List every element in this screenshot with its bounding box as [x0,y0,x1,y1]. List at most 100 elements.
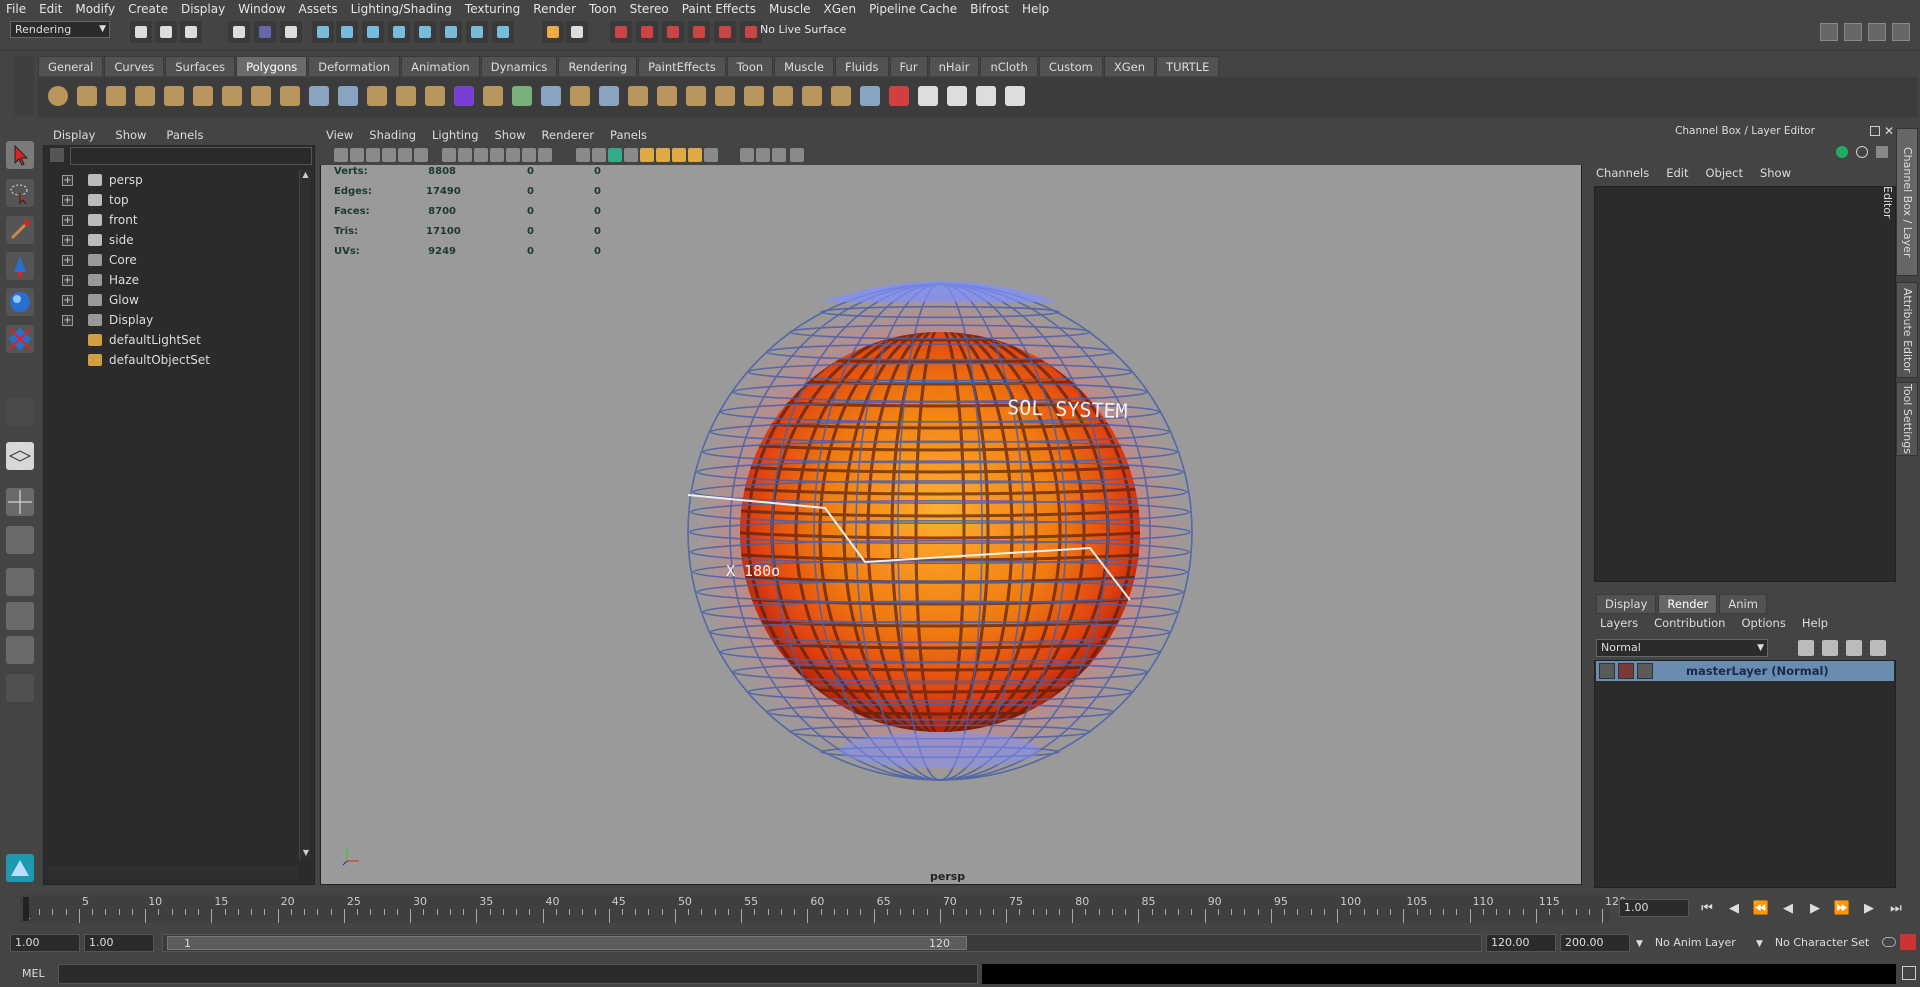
viewport-menu-shading[interactable]: Shading [369,128,416,142]
play-forwards-icon[interactable]: ▶ [1804,901,1826,916]
tab-muscle[interactable]: Muscle [774,56,834,76]
merge-icon[interactable] [740,82,768,110]
script-editor-icon[interactable] [1902,966,1916,980]
poke-icon[interactable] [827,82,855,110]
rotate-tool-icon[interactable] [6,288,34,316]
single-pane-layout-icon[interactable] [6,442,34,470]
merge-to-center-icon[interactable] [769,82,797,110]
outliner-item-haze[interactable]: + Haze [62,270,139,290]
hypershade-icon[interactable] [714,21,736,43]
grid-icon[interactable] [442,148,456,162]
safe-action-icon[interactable] [522,148,536,162]
layer-tab-display[interactable]: Display [1596,594,1657,614]
history-icon[interactable] [466,21,488,43]
outliner-item-core[interactable]: + Core [62,250,137,270]
ambient-occlusion-icon[interactable] [672,148,686,162]
menu-assets[interactable]: Assets [299,2,338,16]
viewport-menu-renderer[interactable]: Renderer [542,128,595,142]
expand-icon[interactable]: + [62,174,73,186]
save-scene-icon[interactable] [180,21,202,43]
sun-model[interactable]: SOL SYSTEM X 180o [680,270,1200,790]
outliner-filter-icon[interactable] [50,148,64,162]
outliner-item-defaultlightset[interactable]: defaultLightSet [62,330,201,350]
sculpt-icon[interactable] [885,82,913,110]
hypershade-layout-icon[interactable] [6,602,34,630]
append-polygon-icon[interactable] [566,82,594,110]
tab-polygons[interactable]: Polygons [236,56,308,76]
poly-torus-icon[interactable] [189,82,217,110]
tab-fluids[interactable]: Fluids [834,56,889,76]
insert-edge-loop-icon[interactable] [653,82,681,110]
attribute-editor-toggle-icon[interactable] [1844,23,1862,41]
channel-box-toggle-icon[interactable] [1892,23,1910,41]
wireframe-on-shaded-icon[interactable] [608,148,622,162]
motion-blur-icon[interactable] [688,148,702,162]
menu-muscle[interactable]: Muscle [769,2,811,16]
move-layer-down-icon[interactable] [1870,640,1886,656]
outliner-item-display[interactable]: + Display [62,310,153,330]
tab-fur[interactable]: Fur [889,56,928,76]
current-time-marker[interactable] [23,897,29,921]
outliner-vscrollbar[interactable]: ▲ ▼ [299,170,311,860]
select-hierarchy-icon[interactable] [228,21,250,43]
tab-channel-box-layer-editor[interactable]: Channel Box / Layer Editor [1881,128,1918,276]
xray-active-icon[interactable] [790,148,804,162]
menu-lighting-shading[interactable]: Lighting/Shading [351,2,452,16]
expand-icon[interactable]: + [62,274,73,286]
start-time-field[interactable]: 1.00 [10,934,80,952]
scroll-up-arrow[interactable]: ▲ [300,170,311,182]
menu-display[interactable]: Display [181,2,225,16]
lasso-tool-icon[interactable] [6,179,34,207]
menu-window[interactable]: Window [238,2,285,16]
menu-texturing[interactable]: Texturing [465,2,520,16]
uv-planar-icon[interactable] [914,82,942,110]
safe-title-icon[interactable] [538,148,552,162]
tab-ncloth[interactable]: nCloth [980,56,1038,76]
tab-tool-settings[interactable]: Tool Settings [1896,382,1918,456]
snap-live-icon[interactable] [440,21,462,43]
poly-cylinder-icon[interactable] [102,82,130,110]
master-layer-row[interactable]: masterLayer (Normal) [1596,661,1894,681]
mirror-icon[interactable] [479,82,507,110]
tab-deformation[interactable]: Deformation [308,56,401,76]
menu-file[interactable]: File [6,2,26,16]
outliner-item-persp[interactable]: + persp [62,170,143,190]
field-chart-icon[interactable] [506,148,520,162]
playback-start-field[interactable]: 1.00 [84,934,154,952]
gate-mask-icon[interactable] [490,148,504,162]
tab-animation[interactable]: Animation [401,56,480,76]
command-input[interactable] [58,964,978,984]
scroll-down-arrow[interactable]: ▼ [300,848,312,860]
camera-attributes-icon[interactable] [350,148,364,162]
range-slider-bar[interactable]: 1 120 [162,934,1482,952]
expand-icon[interactable]: + [62,194,73,206]
outliner-menu-display[interactable]: Display [53,128,95,142]
new-layer-empty-icon[interactable] [1798,640,1814,656]
step-back-key-icon[interactable]: ⏪ [1750,901,1772,916]
poly-plane-icon[interactable] [160,82,188,110]
outliner-hscrollbar[interactable] [48,866,298,879]
panel-close-icon[interactable]: ✕ [1884,124,1894,138]
end-time-field[interactable]: 200.00 [1560,934,1630,952]
xray-icon[interactable] [740,148,754,162]
channel-menu-edit[interactable]: Edit [1666,166,1688,180]
tab-dynamics[interactable]: Dynamics [480,56,558,76]
poly-pipe-icon[interactable] [247,82,275,110]
mel-label[interactable]: MEL [22,967,45,980]
channel-menu-channels[interactable]: Channels [1596,166,1649,180]
tab-attribute-editor[interactable]: Attribute Editor [1896,282,1918,378]
anim-prefs-icon[interactable] [1900,934,1916,950]
modeling-toolkit-icon[interactable] [1820,23,1838,41]
outliner-item-side[interactable]: + side [62,230,134,250]
channel-menu-show[interactable]: Show [1760,166,1791,180]
snap-grid-icon[interactable] [336,21,358,43]
live-surface-field[interactable]: No Live Surface [760,21,860,38]
outliner-search-input[interactable] [70,147,312,165]
isolate-select-icon[interactable] [756,148,770,162]
wireframe-icon[interactable] [576,148,590,162]
2d-pan-icon[interactable] [398,148,412,162]
offset-edge-loop-icon[interactable] [682,82,710,110]
new-layer-selected-icon[interactable] [1822,640,1838,656]
fill-hole-icon[interactable] [595,82,623,110]
pencil-icon[interactable] [1876,146,1888,158]
